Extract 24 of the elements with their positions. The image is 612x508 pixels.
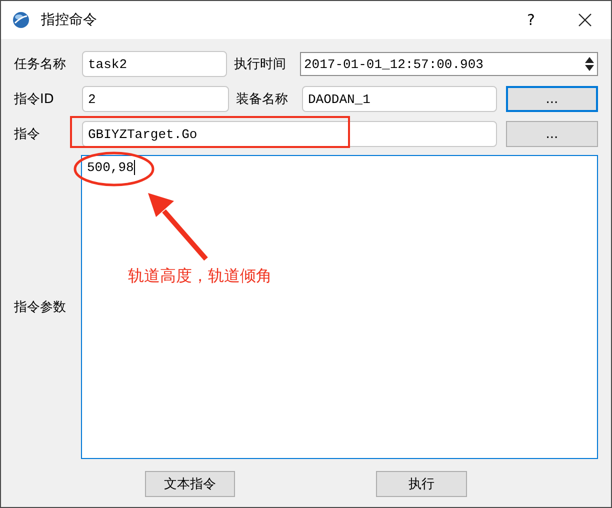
action-button[interactable]: 文本指令 <box>145 471 235 497</box>
browse-button[interactable]: ... <box>506 86 598 112</box>
command-id-field[interactable]: 2 <box>82 86 229 112</box>
field-label: 指令ID <box>14 91 55 108</box>
action-button[interactable]: 执行 <box>376 471 467 497</box>
close-icon <box>578 13 592 27</box>
datetime-spinbox[interactable]: 2017-01-01_12:57:00.903 <box>300 52 598 76</box>
close-button[interactable] <box>577 12 593 28</box>
arrow-icon <box>146 191 210 261</box>
browse-button[interactable]: ... <box>506 121 598 147</box>
field-label: 指令 <box>14 126 41 143</box>
spin-down-icon[interactable] <box>585 65 594 71</box>
annotation-text: 轨道高度，轨道倾角 <box>128 266 272 287</box>
field-label: 执行时间 <box>234 56 287 73</box>
field-label: 指令参数 <box>14 299 67 316</box>
window-title: 指控命令 <box>41 11 98 29</box>
help-button[interactable]: ? <box>521 11 541 29</box>
command-field[interactable]: GBIYZTarget.Go <box>82 121 497 147</box>
spin-up-icon[interactable] <box>585 57 594 63</box>
equipment-name-field[interactable]: DAODAN_1 <box>302 86 497 112</box>
app-globe-icon <box>12 11 30 29</box>
field-label: 任务名称 <box>14 56 67 73</box>
field-label: 装备名称 <box>236 91 289 108</box>
task-name-field[interactable]: task2 <box>82 51 227 77</box>
